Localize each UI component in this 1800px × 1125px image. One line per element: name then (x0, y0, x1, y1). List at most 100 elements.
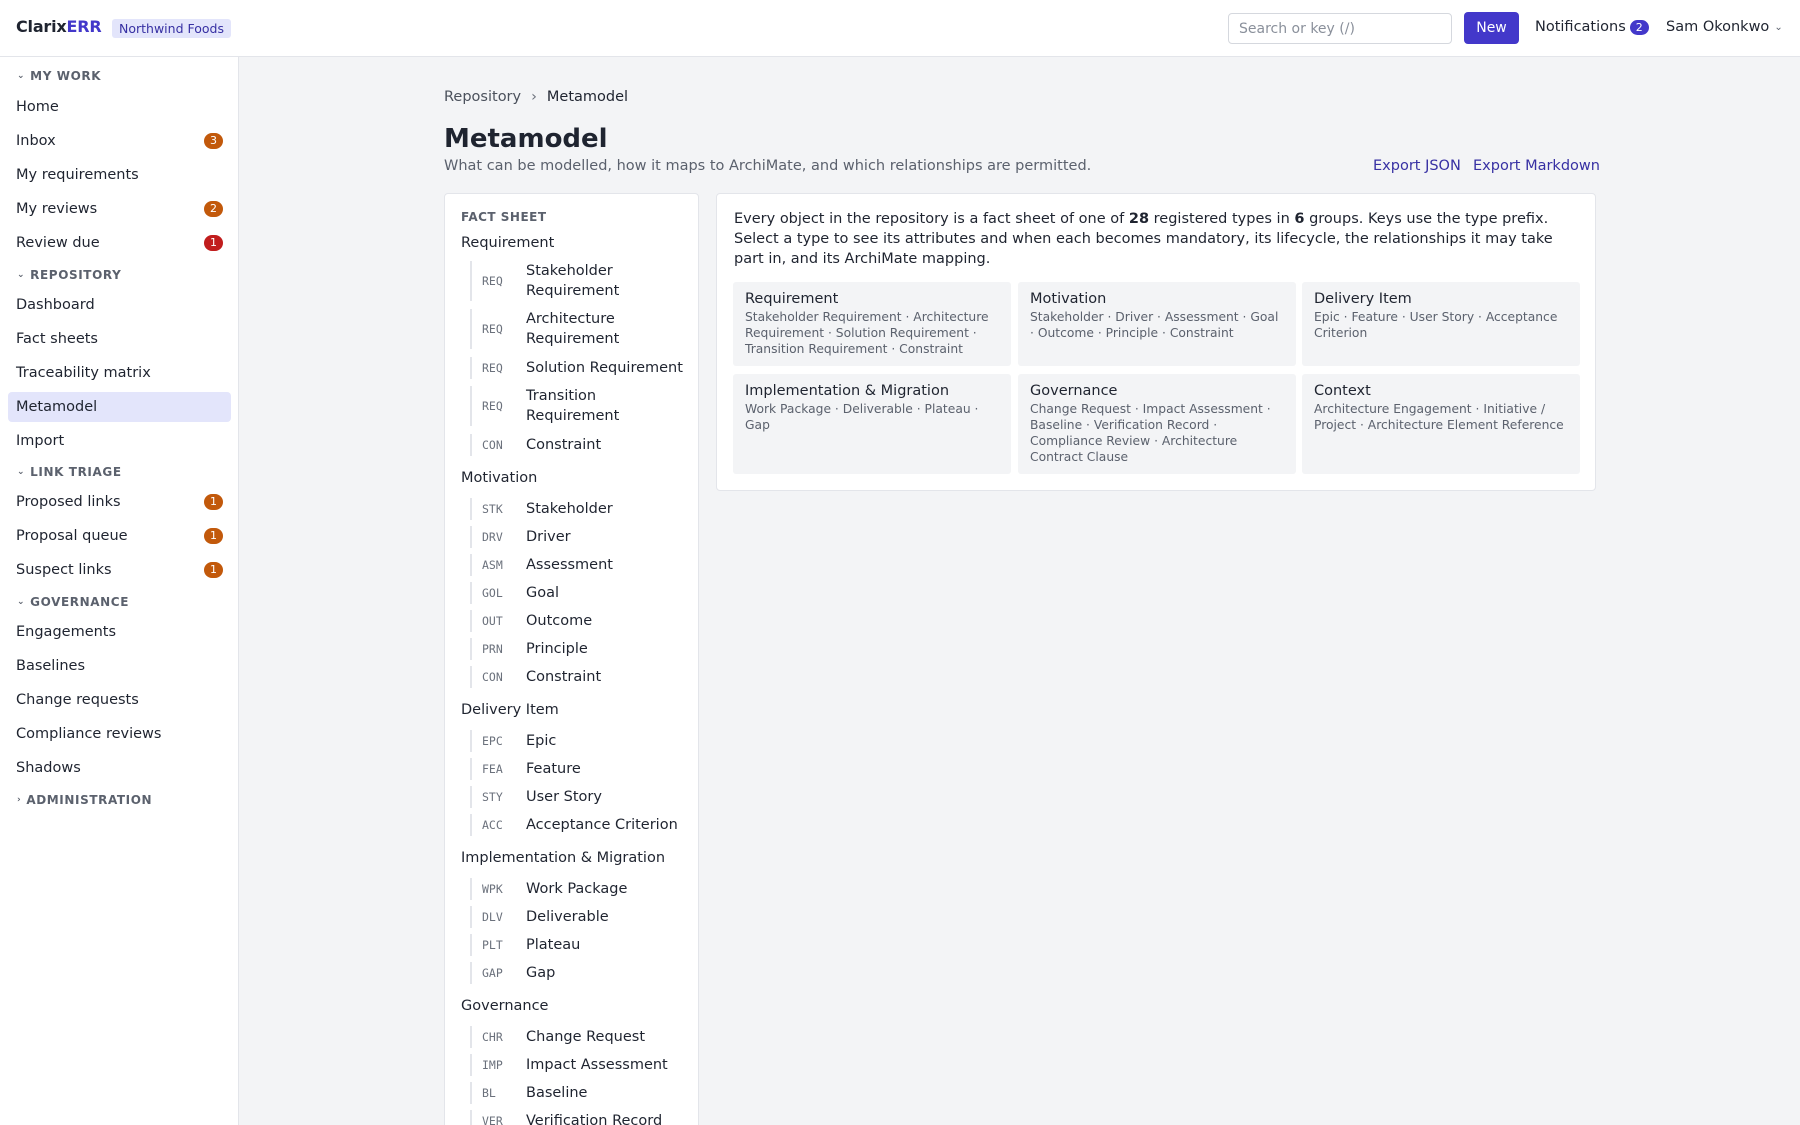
sidebar-item-review-due[interactable]: Review due 1 (8, 228, 231, 258)
sidebar-item-shadows[interactable]: Shadows (8, 753, 231, 783)
type-code: CON (482, 438, 503, 452)
type-epic[interactable]: EPC Epic (470, 730, 690, 752)
count-badge: 1 (204, 562, 223, 578)
type-code: PRN (482, 642, 503, 656)
sidebar-item-label: Shadows (16, 760, 81, 776)
user-menu[interactable]: Sam Okonkwo ⌄ (1666, 19, 1783, 35)
sidebar-section-my-work[interactable]: ⌄ MY WORK (17, 69, 101, 83)
group-count: 6 (1294, 211, 1305, 227)
count-badge: 1 (204, 235, 223, 251)
type-feature[interactable]: FEA Feature (470, 758, 690, 780)
group-label: Requirement (461, 235, 555, 251)
group-label: Governance (461, 998, 549, 1014)
sidebar-item-change-requests[interactable]: Change requests (8, 685, 231, 715)
type-name: Goal (526, 585, 560, 601)
sidebar-item-import[interactable]: Import (8, 426, 231, 456)
type-baseline[interactable]: BL Baseline (470, 1082, 690, 1104)
tenant-badge[interactable]: Northwind Foods (112, 19, 231, 38)
export-markdown-link[interactable]: Export Markdown (1473, 158, 1600, 174)
type-impact-assessment[interactable]: IMP Impact Assessment (470, 1054, 690, 1076)
type-solution-requirement[interactable]: REQ Solution Requirement (470, 357, 690, 379)
sidebar-item-compliance-reviews[interactable]: Compliance reviews (8, 719, 231, 749)
sidebar-section-administration[interactable]: › ADMINISTRATION (17, 793, 152, 807)
section-label: REPOSITORY (30, 268, 122, 282)
sidebar-item-proposed-links[interactable]: Proposed links 1 (8, 487, 231, 517)
type-count: 28 (1128, 211, 1150, 227)
card-description: Architecture Engagement · Initiative / P… (1314, 402, 1564, 432)
type-constraint[interactable]: CON Constraint (470, 434, 690, 456)
type-goal[interactable]: GOL Goal (470, 582, 690, 604)
type-verification-record[interactable]: VER Verification Record (470, 1110, 690, 1125)
type-stakeholder-requirement[interactable]: REQ Stakeholder Requirement (470, 261, 690, 301)
group-card-governance[interactable]: Governance Change Request · Impact Assess… (1018, 374, 1296, 474)
type-name: Baseline (526, 1085, 588, 1101)
type-gap[interactable]: GAP Gap (470, 962, 690, 984)
type-name: Verification Record (526, 1113, 663, 1125)
type-name: Constraint (526, 437, 602, 453)
type-code: REQ (482, 399, 503, 413)
sidebar-item-label: Proposal queue (16, 528, 128, 544)
type-constraint[interactable]: CON Constraint (470, 666, 690, 688)
sidebar-item-proposal-queue[interactable]: Proposal queue 1 (8, 521, 231, 551)
sidebar-item-label: Compliance reviews (16, 726, 162, 742)
type-code: REQ (482, 322, 503, 336)
breadcrumb-current: Metamodel (546, 89, 629, 105)
type-principle[interactable]: PRN Principle (470, 638, 690, 660)
group-card-requirement[interactable]: Requirement Stakeholder Requirement · Arc… (733, 282, 1011, 366)
sidebar-item-label: My requirements (16, 167, 139, 183)
type-code: REQ (482, 274, 503, 288)
type-name: Epic (526, 733, 557, 749)
group-card-delivery-item[interactable]: Delivery Item Epic · Feature · User Story… (1302, 282, 1580, 366)
type-acceptance-criterion[interactable]: ACC Acceptance Criterion (470, 814, 690, 836)
type-outcome[interactable]: OUT Outcome (470, 610, 690, 632)
type-stakeholder[interactable]: STK Stakeholder (470, 498, 690, 520)
type-code: CON (482, 670, 503, 684)
type-deliverable[interactable]: DLV Deliverable (470, 906, 690, 928)
type-architecture-requirement[interactable]: REQ Architecture Requirement (470, 309, 690, 349)
group-card-context[interactable]: Context Architecture Engagement · Initiat… (1302, 374, 1580, 474)
sidebar-section-repository[interactable]: ⌄ REPOSITORY (17, 268, 121, 282)
sidebar-item-my-reviews[interactable]: My reviews 2 (8, 194, 231, 224)
notifications-button[interactable]: Notifications 2 (1535, 19, 1649, 35)
sidebar-section-link-triage[interactable]: ⌄ LINK TRIAGE (17, 465, 122, 479)
group-card-motivation[interactable]: Motivation Stakeholder · Driver · Assessm… (1018, 282, 1296, 366)
sidebar-item-baselines[interactable]: Baselines (8, 651, 231, 681)
sidebar-item-label: Review due (16, 235, 100, 251)
export-json-link[interactable]: Export JSON (1373, 158, 1461, 174)
type-name: Stakeholder (526, 501, 613, 517)
sidebar-item-label: Change requests (16, 692, 139, 708)
type-assessment[interactable]: ASM Assessment (470, 554, 690, 576)
type-work-package[interactable]: WPK Work Package (470, 878, 690, 900)
type-code: DLV (482, 910, 503, 924)
card-description: Stakeholder Requirement · Architecture R… (745, 310, 989, 356)
sidebar-item-label: Traceability matrix (16, 365, 151, 381)
sidebar-item-suspect-links[interactable]: Suspect links 1 (8, 555, 231, 585)
sidebar-item-inbox[interactable]: Inbox 3 (8, 126, 231, 156)
sidebar-item-fact-sheets[interactable]: Fact sheets (8, 324, 231, 354)
sidebar-item-traceability-matrix[interactable]: Traceability matrix (8, 358, 231, 388)
group-label: Implementation & Migration (461, 850, 666, 866)
sidebar-item-my-requirements[interactable]: My requirements (8, 160, 231, 190)
type-plateau[interactable]: PLT Plateau (470, 934, 690, 956)
type-name: Deliverable (526, 909, 609, 925)
app-logo[interactable]: ClarixERR (16, 17, 102, 36)
chevron-down-icon: ⌄ (17, 597, 26, 607)
new-button[interactable]: New (1464, 12, 1519, 44)
type-change-request[interactable]: CHR Change Request (470, 1026, 690, 1048)
sidebar-item-metamodel[interactable]: Metamodel (8, 392, 231, 422)
type-driver[interactable]: DRV Driver (470, 526, 690, 548)
sidebar-item-dashboard[interactable]: Dashboard (8, 290, 231, 320)
breadcrumb-repository-link[interactable]: Repository (444, 89, 521, 105)
type-code: IMP (482, 1058, 503, 1072)
type-code: WPK (482, 882, 503, 896)
search-input[interactable] (1228, 13, 1452, 44)
type-user-story[interactable]: STY User Story (470, 786, 690, 808)
card-description: Stakeholder · Driver · Assessment · Goal… (1030, 310, 1279, 340)
type-transition-requirement[interactable]: REQ Transition Requirement (470, 386, 690, 426)
sidebar-item-engagements[interactable]: Engagements (8, 617, 231, 647)
sidebar-section-governance[interactable]: ⌄ GOVERNANCE (17, 595, 129, 609)
group-card-implementation-migration[interactable]: Implementation & Migration Work Package ·… (733, 374, 1011, 474)
sidebar-item-home[interactable]: Home (8, 92, 231, 122)
type-name: Outcome (526, 613, 593, 629)
group-label: Delivery Item (461, 702, 559, 718)
